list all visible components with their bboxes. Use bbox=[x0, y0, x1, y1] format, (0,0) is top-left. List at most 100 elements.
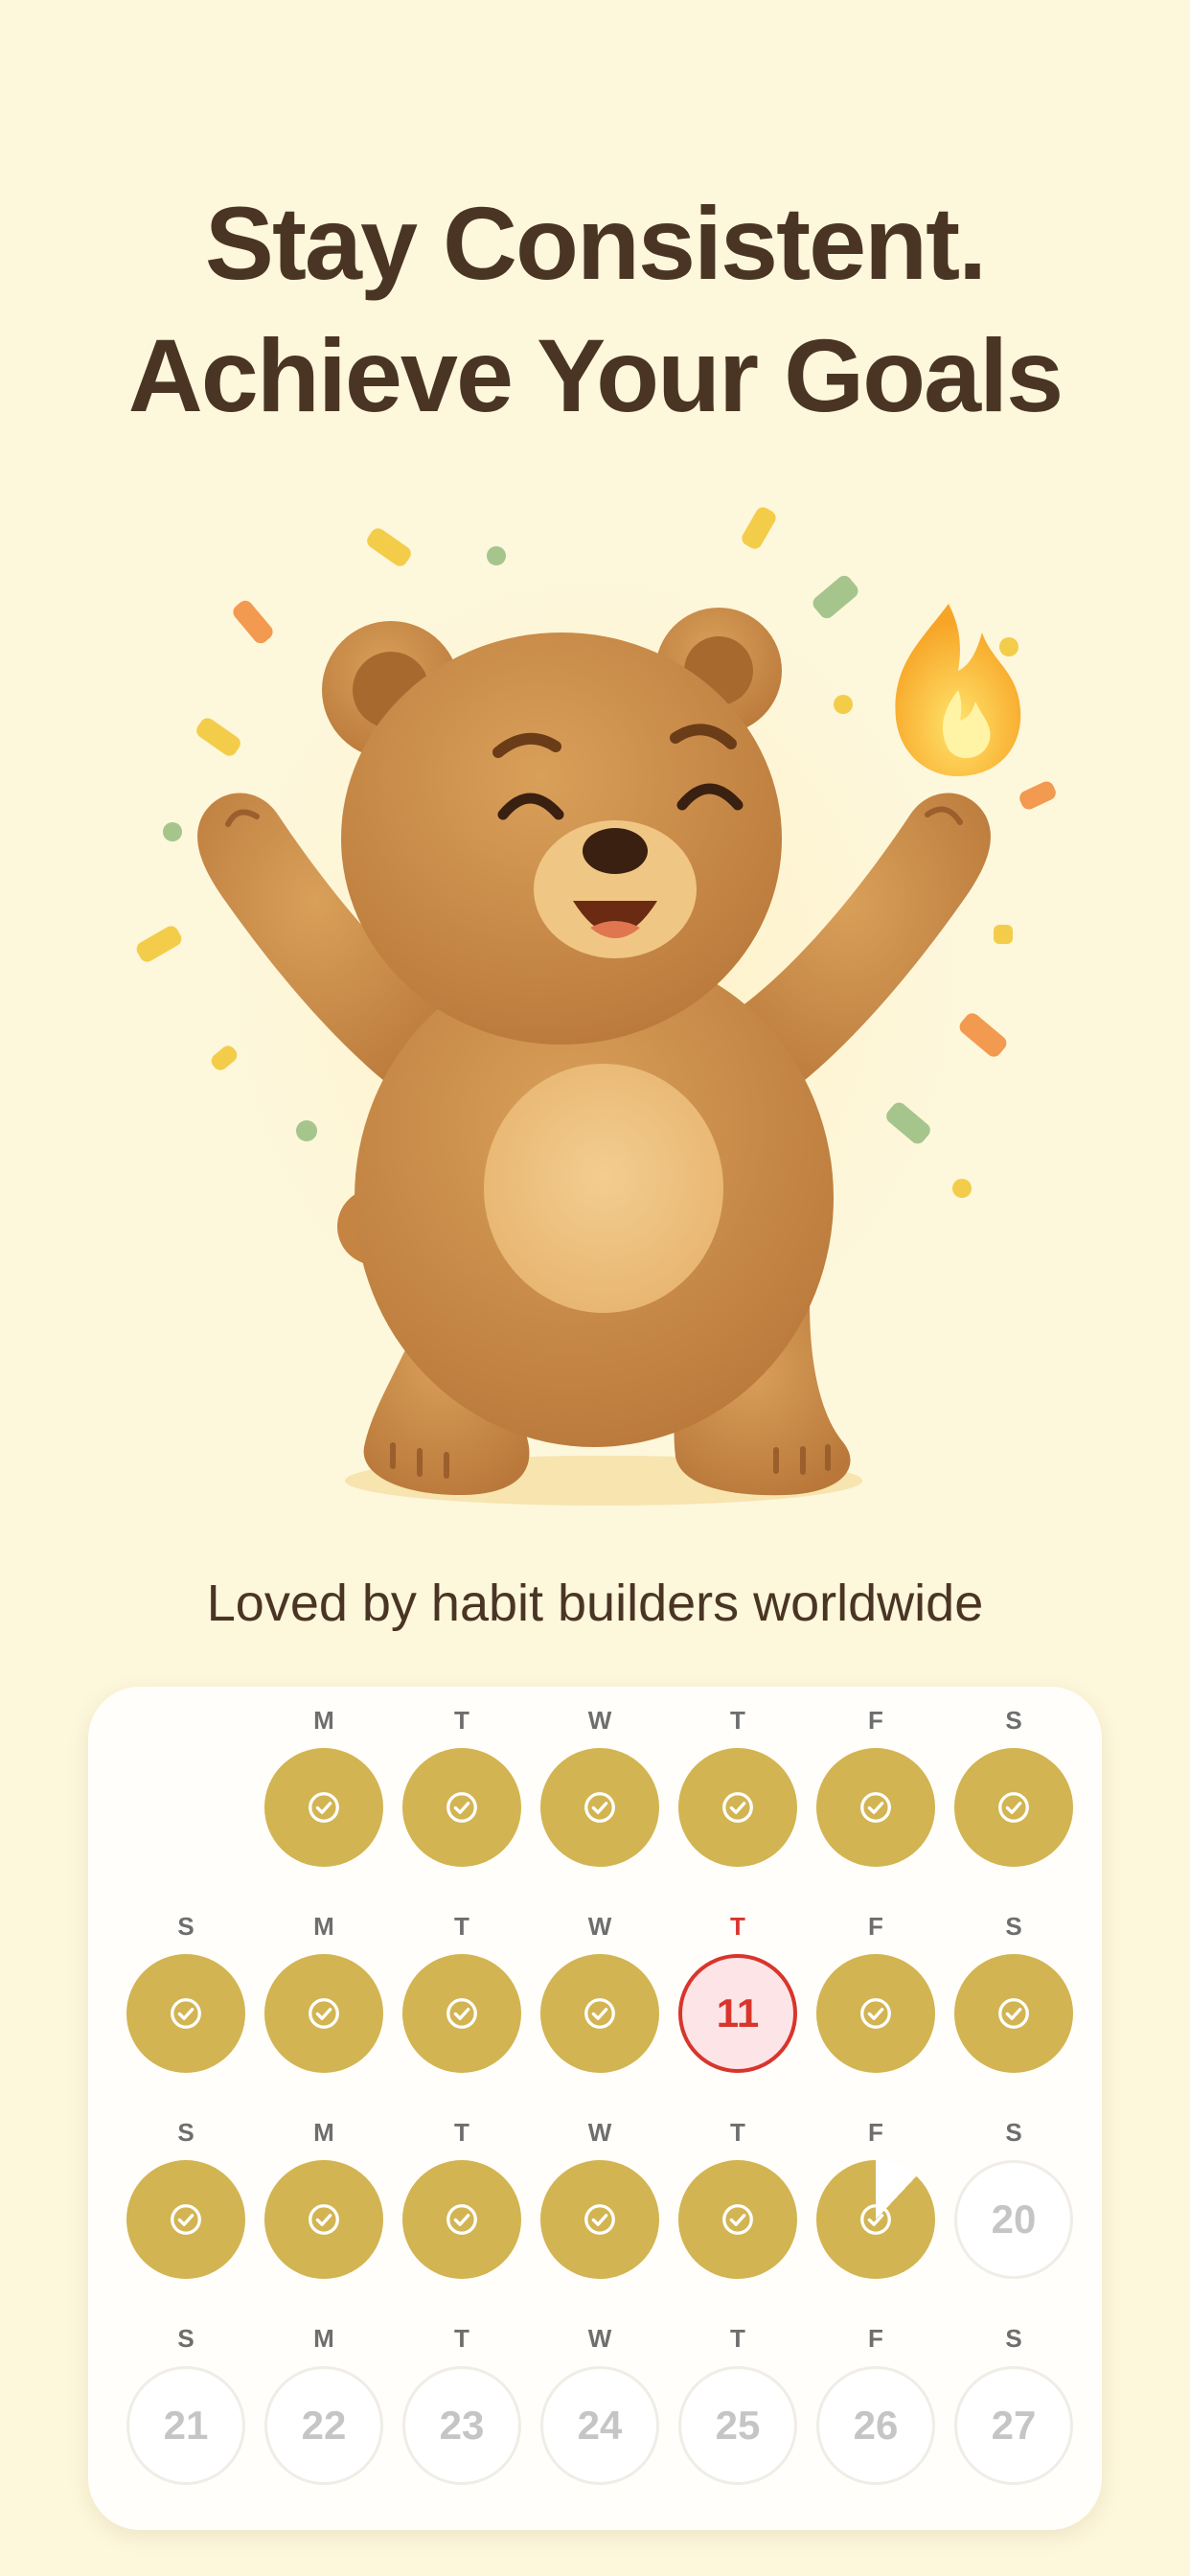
calendar-day[interactable]: S 20 bbox=[945, 2118, 1083, 2319]
calendar-day[interactable]: M bbox=[255, 1912, 393, 2113]
day-circle[interactable] bbox=[126, 2160, 245, 2279]
weekday-label: F bbox=[868, 1706, 883, 1735]
bear-belly bbox=[484, 1064, 723, 1313]
calendar-day[interactable]: S bbox=[117, 2118, 255, 2319]
day-circle[interactable] bbox=[954, 1954, 1073, 2073]
day-circle[interactable] bbox=[402, 2160, 521, 2279]
weekday-label: F bbox=[868, 2118, 883, 2147]
day-circle[interactable] bbox=[678, 2160, 797, 2279]
weekday-label: W bbox=[587, 2118, 612, 2147]
weekday-label: S bbox=[1005, 1706, 1022, 1735]
calendar-day[interactable]: T bbox=[393, 1912, 531, 2113]
calendar-week-row: S M T W T 11 F S bbox=[88, 1912, 1102, 2113]
weekday-label: F bbox=[868, 2324, 883, 2353]
day-circle[interactable]: 20 bbox=[954, 2160, 1073, 2279]
calendar-day[interactable]: T bbox=[669, 1706, 807, 1907]
day-circle[interactable] bbox=[264, 1954, 383, 2073]
check-circle-icon bbox=[444, 1995, 480, 2032]
weekday-label: S bbox=[1005, 2324, 1022, 2353]
calendar-day[interactable]: S bbox=[117, 1912, 255, 2113]
calendar-day[interactable]: T 11 bbox=[669, 1912, 807, 2113]
day-circle[interactable] bbox=[540, 2160, 659, 2279]
day-number: 27 bbox=[991, 2403, 1037, 2448]
day-circle[interactable]: 24 bbox=[540, 2366, 659, 2485]
calendar-day[interactable]: S 21 bbox=[117, 2324, 255, 2525]
day-circle[interactable]: 25 bbox=[678, 2366, 797, 2485]
day-number: 22 bbox=[301, 2403, 347, 2448]
day-number: 24 bbox=[577, 2403, 623, 2448]
bear-nose bbox=[583, 828, 648, 874]
calendar-day[interactable]: T bbox=[393, 2118, 531, 2319]
tagline: Loved by habit builders worldwide bbox=[206, 1575, 984, 1632]
weekday-label: M bbox=[313, 2324, 334, 2353]
calendar-day[interactable]: T bbox=[669, 2118, 807, 2319]
weekday-label: T bbox=[730, 2324, 745, 2353]
flame-icon bbox=[895, 604, 1021, 776]
day-number: 25 bbox=[715, 2403, 761, 2448]
calendar-day[interactable]: T 23 bbox=[393, 2324, 531, 2525]
check-circle-icon bbox=[444, 1789, 480, 1826]
check-circle-icon bbox=[720, 2201, 756, 2238]
calendar-day[interactable]: W bbox=[531, 2118, 669, 2319]
check-circle-icon bbox=[168, 1995, 204, 2032]
calendar-week-row: MTWTFS bbox=[88, 1706, 1102, 1907]
day-circle[interactable] bbox=[264, 1748, 383, 1867]
weekday-label: T bbox=[730, 1706, 745, 1735]
calendar-day[interactable]: F bbox=[807, 1912, 945, 2113]
weekday-label: S bbox=[177, 2118, 195, 2147]
day-number: 26 bbox=[853, 2403, 899, 2448]
title-line-2: Achieve Your Goals bbox=[127, 317, 1064, 433]
day-circle[interactable] bbox=[402, 1748, 521, 1867]
day-circle[interactable]: 21 bbox=[126, 2366, 245, 2485]
streak-calendar: M T W T F S S M T W T 11 F S S M T W T F S 20 S 21 M 22 T 23 W 24 T 25 F… bbox=[88, 1687, 1102, 2530]
calendar-day[interactable]: W bbox=[531, 1912, 669, 2113]
calendar-week-row: S M T W T F S 20 bbox=[88, 2118, 1102, 2319]
day-circle[interactable] bbox=[816, 1954, 935, 2073]
day-circle[interactable]: 22 bbox=[264, 2366, 383, 2485]
calendar-day[interactable]: F 26 bbox=[807, 2324, 945, 2525]
day-circle[interactable] bbox=[264, 2160, 383, 2279]
calendar-day[interactable]: M 22 bbox=[255, 2324, 393, 2525]
day-circle[interactable]: 23 bbox=[402, 2366, 521, 2485]
check-circle-icon bbox=[858, 1789, 894, 1826]
calendar-day[interactable]: T bbox=[393, 1706, 531, 1907]
calendar-day[interactable]: W bbox=[531, 1706, 669, 1907]
calendar-day[interactable]: M bbox=[255, 1706, 393, 1907]
day-number: 23 bbox=[439, 2403, 485, 2448]
weekday-label: T bbox=[730, 1912, 745, 1941]
calendar-day[interactable]: W 24 bbox=[531, 2324, 669, 2525]
weekday-label: S bbox=[1005, 1912, 1022, 1941]
weekday-label: W bbox=[587, 2324, 612, 2353]
day-circle[interactable] bbox=[816, 2160, 935, 2279]
day-number: 11 bbox=[716, 1990, 760, 2036]
check-circle-icon bbox=[582, 2201, 618, 2238]
calendar-day[interactable]: S bbox=[945, 1912, 1083, 2113]
day-circle[interactable] bbox=[678, 1748, 797, 1867]
page-title: Stay Consistent. Achieve Your Goals bbox=[0, 177, 1190, 442]
day-circle[interactable] bbox=[540, 1954, 659, 2073]
day-circle[interactable] bbox=[954, 1748, 1073, 1867]
weekday-label: S bbox=[1005, 2118, 1022, 2147]
day-circle[interactable] bbox=[126, 1954, 245, 2073]
weekday-label: M bbox=[313, 1912, 334, 1941]
weekday-label: T bbox=[454, 2324, 469, 2353]
day-circle[interactable] bbox=[540, 1748, 659, 1867]
calendar-day[interactable]: M bbox=[255, 2118, 393, 2319]
weekday-label: S bbox=[177, 1912, 195, 1941]
calendar-day[interactable]: S 27 bbox=[945, 2324, 1083, 2525]
calendar-day[interactable]: T 25 bbox=[669, 2324, 807, 2525]
check-circle-icon bbox=[168, 2201, 204, 2238]
calendar-day[interactable]: F bbox=[807, 1706, 945, 1907]
check-circle-icon bbox=[995, 1995, 1032, 2032]
day-circle[interactable] bbox=[816, 1748, 935, 1867]
day-circle[interactable] bbox=[402, 1954, 521, 2073]
weekday-label: T bbox=[454, 1912, 469, 1941]
calendar-day[interactable]: F bbox=[807, 2118, 945, 2319]
day-circle[interactable]: 26 bbox=[816, 2366, 935, 2485]
day-circle[interactable]: 27 bbox=[954, 2366, 1073, 2485]
check-circle-icon bbox=[720, 1789, 756, 1826]
check-circle-icon bbox=[858, 2201, 894, 2238]
calendar-day[interactable]: S bbox=[945, 1706, 1083, 1907]
bear-illustration bbox=[136, 507, 1056, 1506]
today-day-circle[interactable]: 11 bbox=[678, 1954, 797, 2073]
